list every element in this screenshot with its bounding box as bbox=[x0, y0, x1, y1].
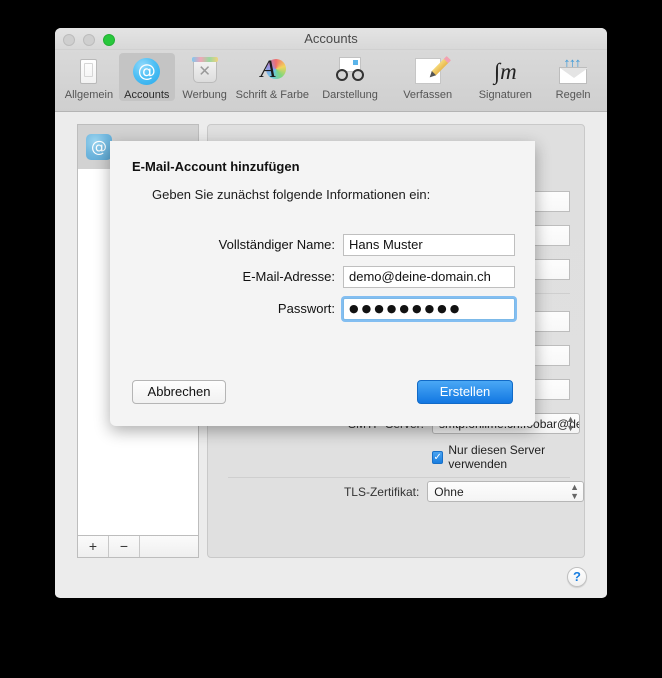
chevron-updown-icon: ▲ ▼ bbox=[570, 482, 579, 501]
remove-account-button[interactable]: − bbox=[109, 536, 140, 557]
toolbar-item-signaturen[interactable]: ∫m Signaturen bbox=[468, 53, 544, 102]
toolbar-label: Signaturen bbox=[478, 89, 532, 101]
junk-trash-icon: ✕ bbox=[177, 56, 233, 86]
only-this-server-row[interactable]: ✓ Nur diesen Server verwenden bbox=[432, 443, 584, 471]
toolbar-label: Darstellung bbox=[322, 89, 378, 101]
create-button[interactable]: Erstellen bbox=[417, 380, 513, 404]
compose-icon bbox=[390, 56, 466, 86]
toolbar-label: Regeln bbox=[555, 89, 591, 101]
font-color-icon: A bbox=[235, 56, 311, 86]
tls-certificate-value: Ohne bbox=[434, 484, 464, 499]
chevron-updown-icon: ▲ ▼ bbox=[566, 414, 575, 433]
full-name-row: Vollständiger Name: Hans Muster bbox=[110, 234, 535, 256]
add-account-button[interactable]: + bbox=[78, 536, 109, 557]
full-name-label: Vollständiger Name: bbox=[218, 237, 335, 252]
toolbar-label: Accounts bbox=[124, 89, 170, 101]
full-name-input[interactable]: Hans Muster bbox=[343, 234, 515, 256]
preferences-window: Accounts Allgemein @ Accounts ✕ Werbung … bbox=[55, 28, 607, 598]
title-bar: Accounts bbox=[55, 28, 607, 50]
sheet-title: E-Mail-Account hinzufügen bbox=[132, 159, 300, 174]
add-account-sheet: E-Mail-Account hinzufügen Geben Sie zunä… bbox=[110, 141, 535, 426]
viewing-icon bbox=[312, 56, 388, 86]
email-address-input[interactable]: demo@deine-domain.ch bbox=[343, 266, 515, 288]
tls-certificate-row: TLS-Zertifikat: Ohne ▲ ▼ bbox=[208, 481, 584, 502]
general-icon bbox=[61, 56, 117, 86]
toolbar-item-werbung[interactable]: ✕ Werbung bbox=[177, 53, 233, 101]
toolbar-item-schrift-farbe[interactable]: A Schrift & Farbe bbox=[235, 53, 311, 101]
toolbar-item-verfassen[interactable]: Verfassen bbox=[390, 53, 466, 101]
window-title: Accounts bbox=[304, 31, 358, 46]
toolbar-item-darstellung[interactable]: Darstellung bbox=[312, 53, 388, 101]
toolbar-label: Werbung bbox=[182, 89, 227, 101]
at-sign-icon: @ bbox=[119, 56, 175, 86]
password-row: Passwort: ●●●●●●●●● bbox=[110, 298, 535, 320]
cancel-button[interactable]: Abbrechen bbox=[132, 380, 226, 404]
help-button[interactable]: ? bbox=[567, 567, 587, 587]
email-address-row: E-Mail-Adresse: demo@deine-domain.ch bbox=[110, 266, 535, 288]
sheet-subtitle: Geben Sie zunächst folgende Informatione… bbox=[152, 187, 431, 202]
detail-separator-2 bbox=[228, 477, 570, 478]
accounts-list-footer: + − bbox=[77, 536, 199, 558]
toolbar-item-regeln[interactable]: ↑↑↑ Regeln bbox=[545, 53, 601, 101]
tls-certificate-label: TLS-Zertifikat: bbox=[343, 484, 420, 499]
email-address-label: E-Mail-Adresse: bbox=[242, 269, 335, 284]
toolbar-item-allgemein[interactable]: Allgemein bbox=[61, 53, 117, 101]
accounts-footer-spacer bbox=[140, 536, 198, 557]
tls-certificate-dropdown[interactable]: Ohne ▲ ▼ bbox=[427, 481, 584, 502]
password-input[interactable]: ●●●●●●●●● bbox=[343, 298, 515, 320]
password-label: Passwort: bbox=[277, 301, 335, 316]
toolbar-item-accounts[interactable]: @ Accounts bbox=[118, 53, 175, 101]
toolbar-label: Verfassen bbox=[403, 89, 453, 101]
toolbar-label: Schrift & Farbe bbox=[235, 89, 310, 101]
signature-icon: ∫m bbox=[493, 58, 517, 84]
toolbar-label: Allgemein bbox=[64, 89, 114, 101]
only-this-server-checkbox[interactable]: ✓ bbox=[432, 450, 444, 464]
only-this-server-label: Nur diesen Server verwenden bbox=[448, 443, 546, 471]
rules-icon: ↑↑↑ bbox=[545, 56, 601, 86]
at-sign-icon: @ bbox=[86, 134, 112, 160]
preferences-toolbar: Allgemein @ Accounts ✕ Werbung A Schrift… bbox=[55, 50, 607, 112]
